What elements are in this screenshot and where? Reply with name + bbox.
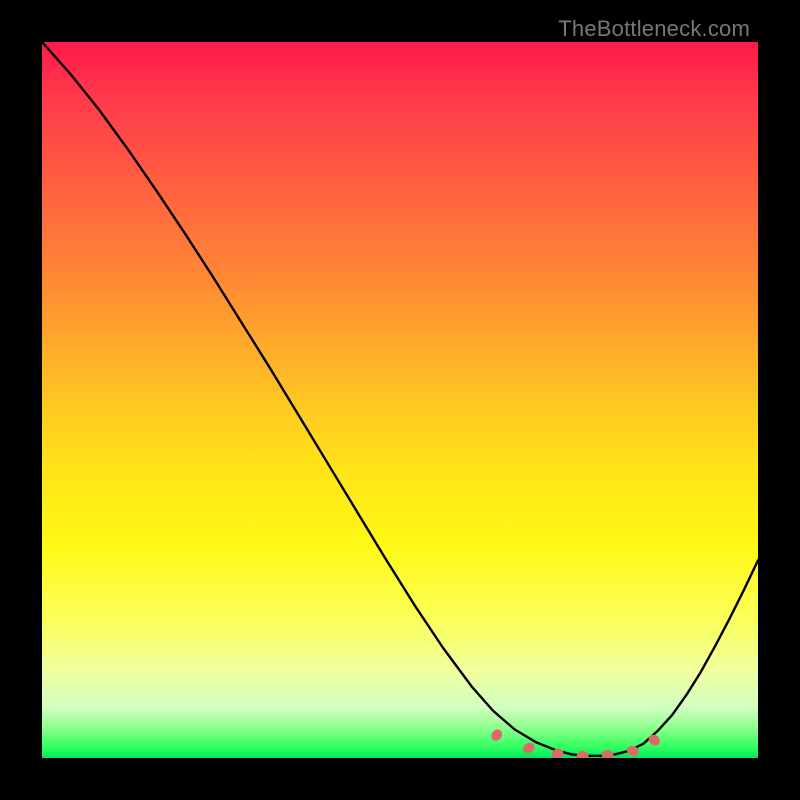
watermark-text: TheBottleneck.com (558, 16, 750, 42)
chart-container: TheBottleneck.com (0, 0, 800, 800)
plot-gradient-background (42, 42, 758, 758)
